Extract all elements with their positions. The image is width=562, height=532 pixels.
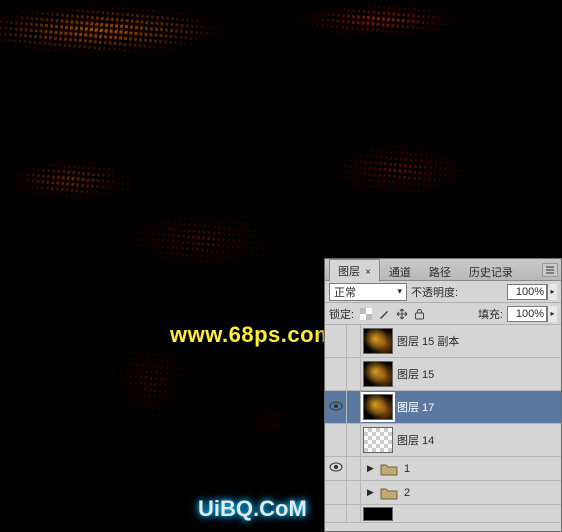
layer-thumbnail[interactable] (363, 427, 393, 453)
layer-name: 图层 15 副本 (397, 333, 459, 349)
tab-label: 图层 (338, 266, 360, 278)
layer-row-partial[interactable] (325, 505, 561, 523)
eye-icon (329, 462, 343, 475)
tab-channels[interactable]: 通道 (380, 260, 420, 282)
layer-group-row[interactable]: ▶ 2 (325, 481, 561, 505)
tab-label: 路径 (429, 267, 451, 279)
disclosure-triangle-icon[interactable]: ▶ (365, 487, 376, 498)
layer-row-selected[interactable]: 图层 17 (325, 391, 561, 424)
close-icon[interactable]: × (365, 267, 371, 278)
folder-icon (379, 485, 399, 501)
chevron-down-icon: ▾ (397, 286, 402, 297)
opacity-flyout-icon[interactable]: ▸ (547, 284, 557, 300)
disclosure-triangle-icon[interactable]: ▶ (365, 463, 376, 474)
layer-row[interactable]: 图层 15 副本 (325, 325, 561, 358)
layer-thumbnail[interactable] (363, 328, 393, 354)
link-column[interactable] (347, 325, 361, 357)
lock-label: 锁定: (329, 306, 354, 322)
layer-row[interactable]: 图层 14 (325, 424, 561, 457)
visibility-toggle[interactable] (325, 358, 347, 390)
tab-paths[interactable]: 路径 (420, 260, 460, 282)
opacity-label: 不透明度: (411, 284, 458, 300)
layer-thumbnail[interactable] (363, 394, 393, 420)
lock-position-icon[interactable] (394, 306, 409, 321)
visibility-toggle[interactable] (325, 505, 347, 522)
lock-icons-group (358, 306, 427, 321)
layer-name: 1 (404, 463, 410, 475)
blend-opacity-row: 正常 ▾ 不透明度: 100% ▸ (325, 281, 561, 303)
fill-value: 100% (516, 308, 544, 320)
fill-flyout-icon[interactable]: ▸ (547, 306, 557, 322)
layers-panel: 图层 × 通道 路径 历史记录 正常 ▾ 不透明度: 100% ▸ 锁定: (324, 258, 562, 532)
visibility-toggle[interactable] (325, 457, 347, 480)
layer-name: 图层 15 (397, 366, 434, 382)
visibility-toggle[interactable] (325, 481, 347, 504)
visibility-toggle[interactable] (325, 325, 347, 357)
blend-mode-select[interactable]: 正常 ▾ (329, 283, 407, 301)
layer-name: 2 (404, 487, 410, 499)
visibility-toggle[interactable] (325, 391, 347, 423)
opacity-value: 100% (516, 286, 544, 298)
eye-icon (329, 401, 343, 414)
tab-layers[interactable]: 图层 × (329, 259, 380, 282)
link-column[interactable] (347, 481, 361, 504)
watermark-68ps: www.68ps.com (170, 322, 334, 348)
link-column[interactable] (347, 505, 361, 522)
blend-mode-value: 正常 (334, 284, 356, 300)
lock-pixels-icon[interactable] (376, 306, 391, 321)
lock-all-icon[interactable] (412, 306, 427, 321)
layer-group-row[interactable]: ▶ 1 (325, 457, 561, 481)
watermark-uibq: UiBQ.CoM (198, 496, 307, 522)
link-column[interactable] (347, 424, 361, 456)
layer-list: 图层 15 副本 图层 15 图层 17 图层 14 (325, 325, 561, 531)
visibility-toggle[interactable] (325, 424, 347, 456)
layer-name: 图层 14 (397, 432, 434, 448)
panel-tabs: 图层 × 通道 路径 历史记录 (325, 259, 561, 281)
panel-menu-icon[interactable] (542, 263, 558, 277)
layer-thumbnail[interactable] (363, 507, 393, 521)
layer-row[interactable]: 图层 15 (325, 358, 561, 391)
tab-history[interactable]: 历史记录 (460, 260, 522, 282)
tab-label: 通道 (389, 267, 411, 279)
layer-name: 图层 17 (397, 399, 434, 415)
opacity-input[interactable]: 100% (507, 284, 547, 300)
lock-transparency-icon[interactable] (358, 306, 373, 321)
tab-label: 历史记录 (469, 267, 513, 279)
layer-thumbnail[interactable] (363, 361, 393, 387)
fill-label: 填充: (478, 306, 503, 322)
fill-input[interactable]: 100% (507, 306, 547, 322)
lock-fill-row: 锁定: 填充: 100% ▸ (325, 303, 561, 325)
folder-icon (379, 461, 399, 477)
link-column[interactable] (347, 358, 361, 390)
link-column[interactable] (347, 391, 361, 423)
link-column[interactable] (347, 457, 361, 480)
